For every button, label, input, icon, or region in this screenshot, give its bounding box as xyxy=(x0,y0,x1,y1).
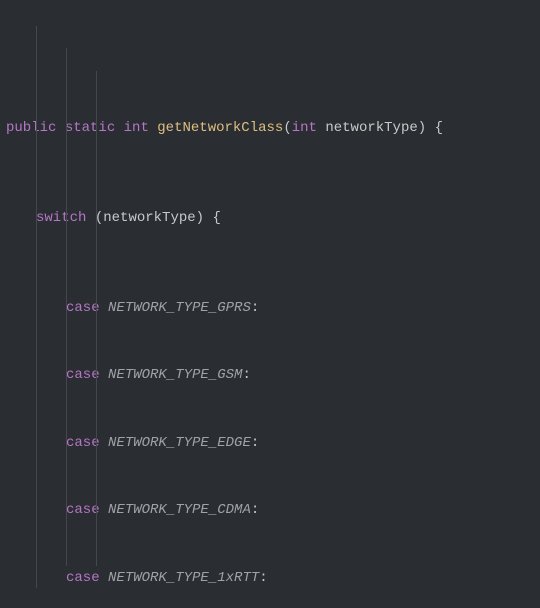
code-editor[interactable]: public static int getNetworkClass(int ne… xyxy=(0,0,540,608)
case-line: case NETWORK_TYPE_CDMA: xyxy=(6,499,534,522)
case-line: case NETWORK_TYPE_EDGE: xyxy=(6,432,534,455)
case-line: case NETWORK_TYPE_GPRS: xyxy=(6,297,534,320)
indent-guides xyxy=(6,4,40,117)
switch-statement: switch (networkType) { xyxy=(6,207,534,230)
case-line: case NETWORK_TYPE_1xRTT: xyxy=(6,567,534,590)
case-line: case NETWORK_TYPE_GSM: xyxy=(6,364,534,387)
method-signature: public static int getNetworkClass(int ne… xyxy=(6,117,534,140)
